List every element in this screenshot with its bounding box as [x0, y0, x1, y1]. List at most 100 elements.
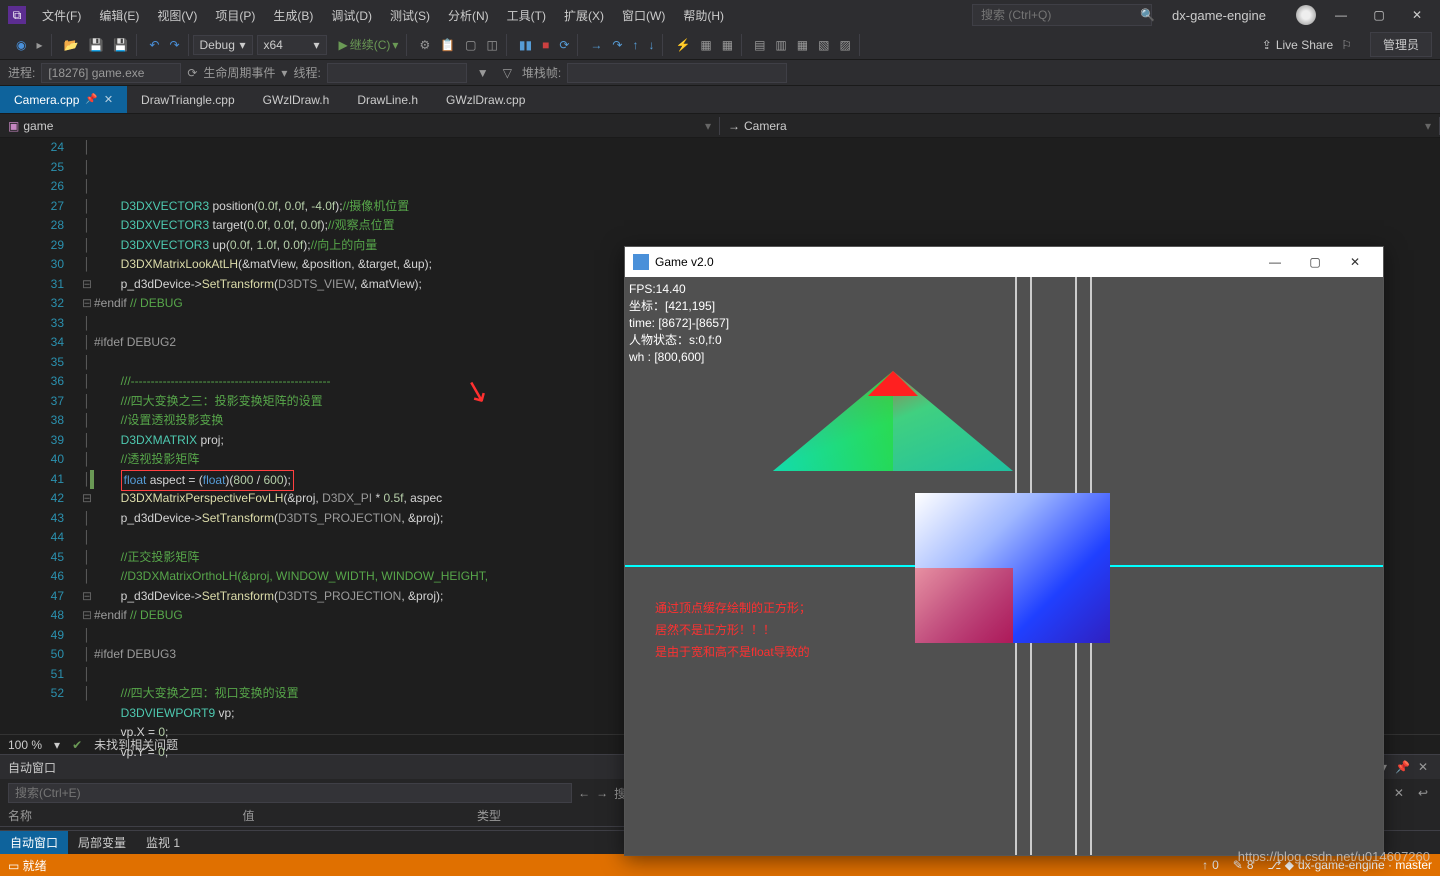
game-app-icon: [633, 254, 649, 270]
tool-icon[interactable]: 📋: [436, 36, 459, 54]
step-icon[interactable]: ↓: [644, 36, 658, 54]
game-maximize-button[interactable]: ▢: [1295, 255, 1335, 269]
stop-icon[interactable]: ■: [538, 36, 553, 54]
search-input[interactable]: [981, 8, 1136, 22]
game-close-button[interactable]: ✕: [1335, 255, 1375, 269]
zoom-level[interactable]: 100 %: [8, 738, 42, 752]
lifecycle-icon[interactable]: ⟳: [187, 66, 197, 80]
menu-item[interactable]: 分析(N): [440, 3, 497, 28]
clear-icon[interactable]: ✕: [1390, 784, 1408, 802]
pause-icon[interactable]: ▮▮: [515, 36, 536, 54]
nav-fwd-icon[interactable]: ▸: [32, 36, 46, 54]
menu-item[interactable]: 文件(F): [34, 3, 89, 28]
panel-tab[interactable]: 自动窗口: [0, 831, 68, 854]
watermark-text: https://blog.csdn.net/u014607260: [1238, 849, 1430, 864]
menu-item[interactable]: 帮助(H): [675, 3, 732, 28]
nav-back-icon[interactable]: ◉: [12, 36, 30, 54]
status-bar: ▭ 就绪 ↑ 0 ✎ 8 ⎇ ◆ dx-game-engine · master: [0, 854, 1440, 876]
tool-icon[interactable]: ▦: [718, 36, 737, 54]
rendered-square: [915, 493, 1110, 643]
redo-icon[interactable]: ↷: [165, 36, 183, 54]
tool-icon[interactable]: ▧: [814, 36, 833, 54]
vs-logo-icon: ⧉: [8, 6, 26, 24]
wrap-icon[interactable]: ↩: [1414, 784, 1432, 802]
step-out-icon[interactable]: ↑: [628, 36, 642, 54]
live-share-button[interactable]: ⇪ Live Share: [1262, 38, 1333, 52]
publish-status[interactable]: ↑ 0: [1202, 858, 1219, 872]
menu-item[interactable]: 测试(S): [382, 3, 438, 28]
menu-item[interactable]: 调试(D): [323, 3, 380, 28]
stack-select[interactable]: [567, 63, 787, 83]
minimize-button[interactable]: —: [1326, 4, 1356, 26]
pin-icon[interactable]: 📌: [1391, 760, 1414, 774]
autos-panel: 自动窗口 ▾ 📌 ✕ ← → 搜索深度: 3▾ 名称值类型 自动窗口局部变量监视…: [0, 755, 721, 854]
maximize-button[interactable]: ▢: [1364, 4, 1394, 26]
editor-tab[interactable]: GWzlDraw.cpp: [432, 86, 539, 113]
editor-tab[interactable]: DrawTriangle.cpp: [127, 86, 249, 113]
title-bar: ⧉ 文件(F)编辑(E)视图(V)项目(P)生成(B)调试(D)测试(S)分析(…: [0, 0, 1440, 30]
autos-columns: 名称值类型: [0, 807, 720, 827]
menu-item[interactable]: 工具(T): [499, 3, 554, 28]
menu-item[interactable]: 项目(P): [207, 3, 263, 28]
menu-item[interactable]: 生成(B): [265, 3, 321, 28]
tool-icon[interactable]: ▦: [793, 36, 812, 54]
column-header[interactable]: 名称: [8, 807, 243, 826]
restart-icon[interactable]: ⟳: [555, 36, 573, 54]
scope-select[interactable]: ▣game▾: [0, 117, 720, 135]
panel-tab[interactable]: 局部变量: [68, 831, 136, 854]
save-icon[interactable]: 💾: [84, 36, 107, 54]
close-icon[interactable]: ✕: [104, 93, 113, 106]
global-search[interactable]: 🔍: [972, 4, 1152, 26]
process-select[interactable]: [18276] game.exe: [41, 63, 181, 83]
close-icon[interactable]: ✕: [1414, 760, 1432, 774]
panel-tab[interactable]: 监视 1: [136, 831, 190, 854]
tool-icon[interactable]: ▨: [835, 36, 854, 54]
menu-item[interactable]: 扩展(X): [556, 3, 612, 28]
game-hud: FPS:14.40坐标：[421,195]time: [8672]-[8657]…: [629, 281, 729, 366]
undo-icon[interactable]: ↶: [145, 36, 163, 54]
filter-icon[interactable]: ▽: [499, 64, 516, 82]
editor-tab[interactable]: DrawLine.h: [343, 86, 432, 113]
tool-icon[interactable]: ▥: [771, 36, 790, 54]
autos-search-input[interactable]: [8, 783, 572, 803]
search-icon[interactable]: 🔍: [1140, 8, 1155, 22]
pin-icon[interactable]: 📌: [85, 94, 97, 105]
tool-icon[interactable]: ⚙: [415, 36, 434, 54]
tool-icon[interactable]: ▦: [696, 36, 715, 54]
continue-button[interactable]: ▶ 继续(C) ▾: [335, 34, 403, 55]
search-nav-icon[interactable]: →: [596, 786, 608, 800]
tool-icon[interactable]: ▢: [461, 36, 480, 54]
platform-select[interactable]: x64▾: [257, 35, 327, 55]
tool-icon[interactable]: ◫: [483, 36, 502, 54]
module-icon: ▣: [8, 119, 19, 133]
tool-icon[interactable]: ⚡: [671, 36, 694, 54]
thread-select[interactable]: [327, 63, 467, 83]
config-select[interactable]: Debug▾: [193, 35, 253, 55]
step-into-icon[interactable]: →: [586, 36, 606, 54]
member-select[interactable]: →Camera▾: [720, 117, 1440, 135]
menu-item[interactable]: 窗口(W): [614, 3, 673, 28]
step-over-icon[interactable]: ↷: [608, 36, 626, 54]
menu-item[interactable]: 编辑(E): [91, 3, 147, 28]
fold-column[interactable]: │││││││⊟⊟│││││││││⊟││││⊟⊟││││: [80, 138, 94, 734]
game-minimize-button[interactable]: —: [1255, 255, 1295, 269]
close-button[interactable]: ✕: [1402, 4, 1432, 26]
open-icon[interactable]: 📂: [60, 36, 83, 54]
process-label: 进程:: [8, 64, 35, 81]
search-nav-icon[interactable]: ←: [578, 786, 590, 800]
tool-icon[interactable]: ▤: [750, 36, 769, 54]
column-header[interactable]: 值: [243, 807, 478, 826]
debug-toolbar: 进程: [18276] game.exe ⟳ 生命周期事件▾ 线程: ▼ ▽ 堆…: [0, 60, 1440, 86]
save-all-icon[interactable]: 💾: [109, 36, 132, 54]
game-window[interactable]: Game v2.0 — ▢ ✕ FPS:14.40坐标：[421,195]tim…: [624, 246, 1384, 856]
editor-tab[interactable]: Camera.cpp📌✕: [0, 86, 127, 113]
menu-item[interactable]: 视图(V): [149, 3, 205, 28]
ok-icon: ✔: [72, 738, 82, 752]
solution-name: dx-game-engine: [1172, 8, 1266, 23]
feedback-icon[interactable]: ⚐: [1337, 36, 1356, 54]
filter-icon[interactable]: ▼: [473, 64, 493, 82]
game-viewport: FPS:14.40坐标：[421,195]time: [8672]-[8657]…: [625, 277, 1383, 855]
editor-tab[interactable]: GWzlDraw.h: [249, 86, 344, 113]
game-titlebar[interactable]: Game v2.0 — ▢ ✕: [625, 247, 1383, 277]
user-avatar-icon[interactable]: [1296, 5, 1316, 25]
